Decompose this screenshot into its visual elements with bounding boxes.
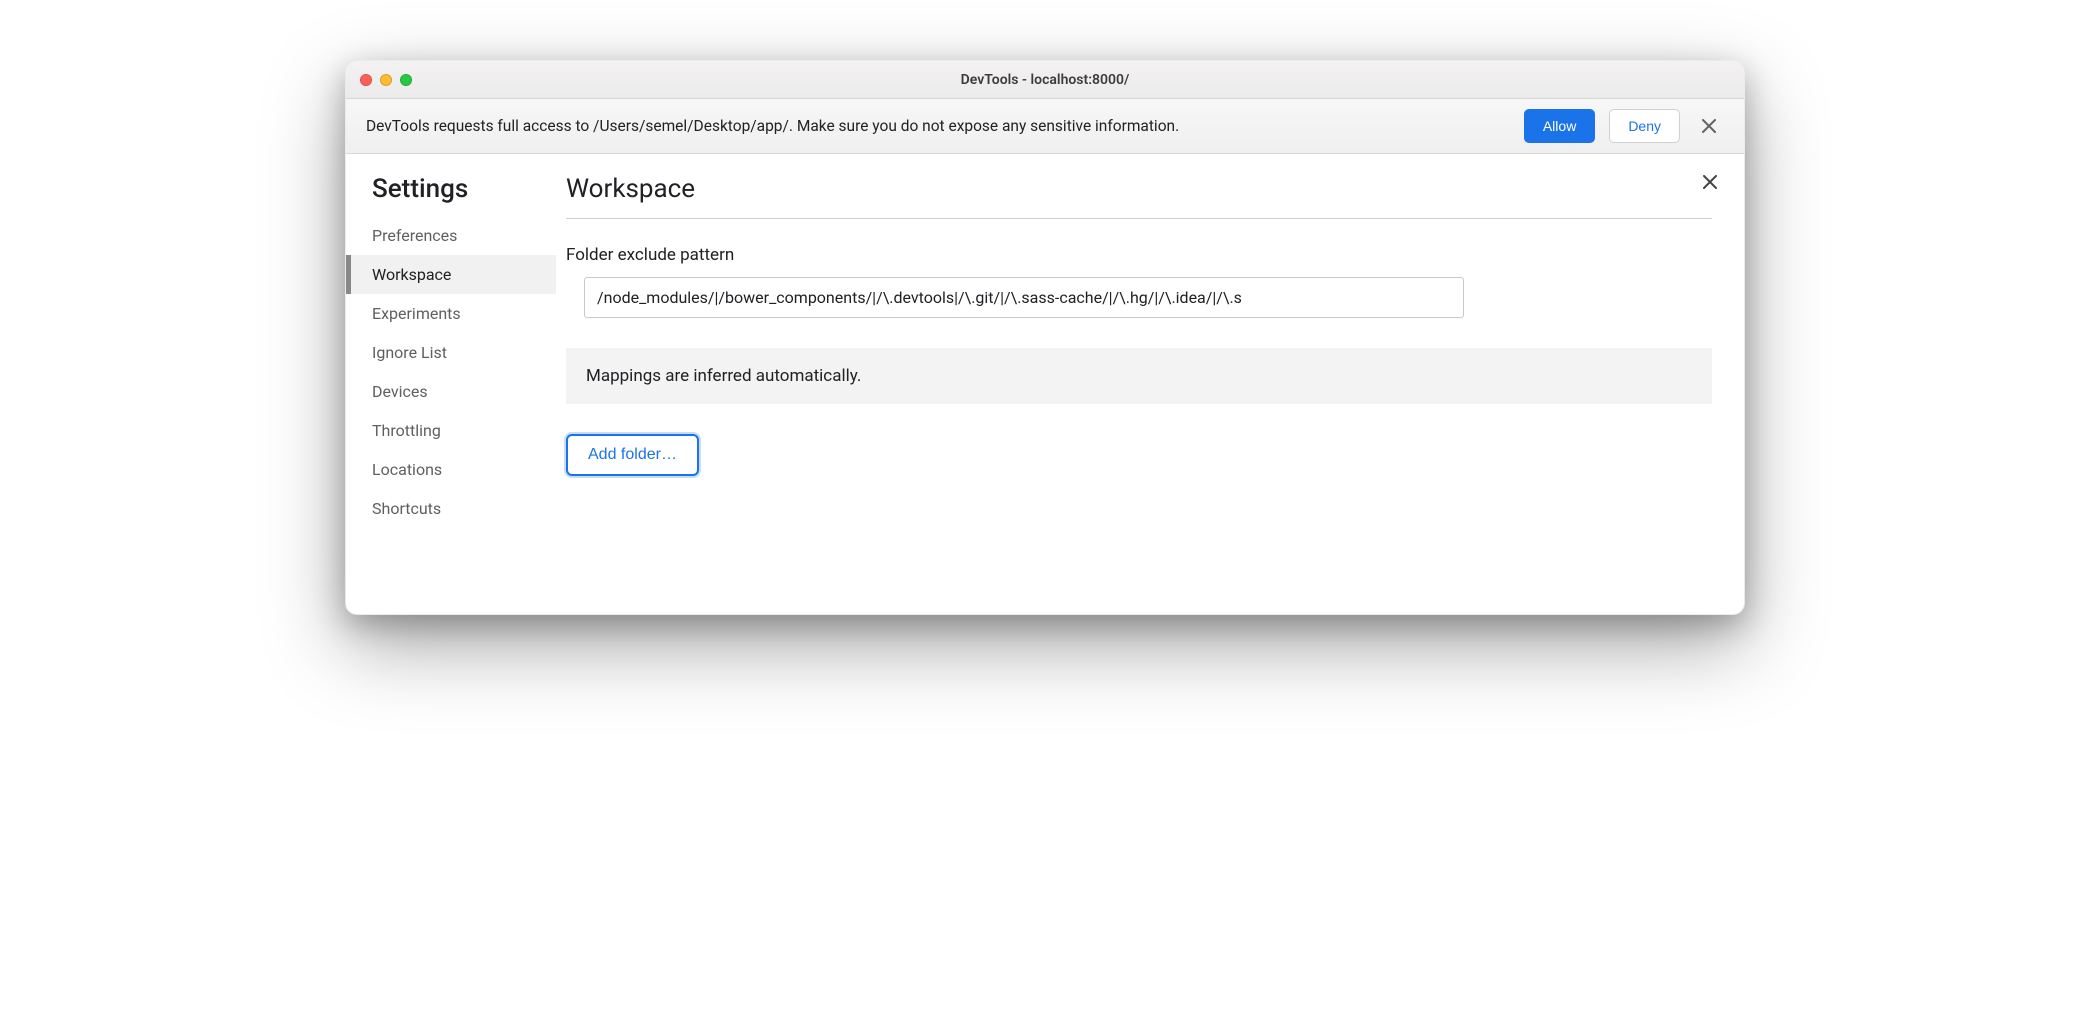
sidebar-item-workspace[interactable]: Workspace xyxy=(346,255,556,294)
deny-button[interactable]: Deny xyxy=(1609,109,1680,143)
page-title: Workspace xyxy=(566,174,1712,219)
settings-close-icon[interactable] xyxy=(1698,170,1722,194)
devtools-window: DevTools - localhost:8000/ DevTools requ… xyxy=(345,60,1745,615)
sidebar-item-shortcuts[interactable]: Shortcuts xyxy=(346,489,556,528)
settings-main: Workspace Folder exclude pattern Mapping… xyxy=(556,154,1744,614)
sidebar-item-throttling[interactable]: Throttling xyxy=(346,411,556,450)
permission-infobar: DevTools requests full access to /Users/… xyxy=(346,99,1744,154)
sidebar-item-locations[interactable]: Locations xyxy=(346,450,556,489)
exclude-pattern-label: Folder exclude pattern xyxy=(566,245,1712,265)
titlebar: DevTools - localhost:8000/ xyxy=(346,61,1744,99)
exclude-pattern-input[interactable] xyxy=(584,277,1464,318)
add-folder-button[interactable]: Add folder… xyxy=(566,434,699,476)
sidebar-item-ignore-list[interactable]: Ignore List xyxy=(346,333,556,372)
infobar-close-icon[interactable] xyxy=(1694,111,1724,141)
sidebar-item-experiments[interactable]: Experiments xyxy=(346,294,556,333)
window-title: DevTools - localhost:8000/ xyxy=(346,72,1744,88)
settings-sidebar: Settings Preferences Workspace Experimen… xyxy=(346,154,556,614)
settings-title: Settings xyxy=(346,174,556,216)
infobar-message: DevTools requests full access to /Users/… xyxy=(366,117,1510,135)
mappings-info: Mappings are inferred automatically. xyxy=(566,348,1712,404)
settings-body: Settings Preferences Workspace Experimen… xyxy=(346,154,1744,614)
sidebar-item-devices[interactable]: Devices xyxy=(346,372,556,411)
sidebar-item-preferences[interactable]: Preferences xyxy=(346,216,556,255)
allow-button[interactable]: Allow xyxy=(1524,109,1595,143)
